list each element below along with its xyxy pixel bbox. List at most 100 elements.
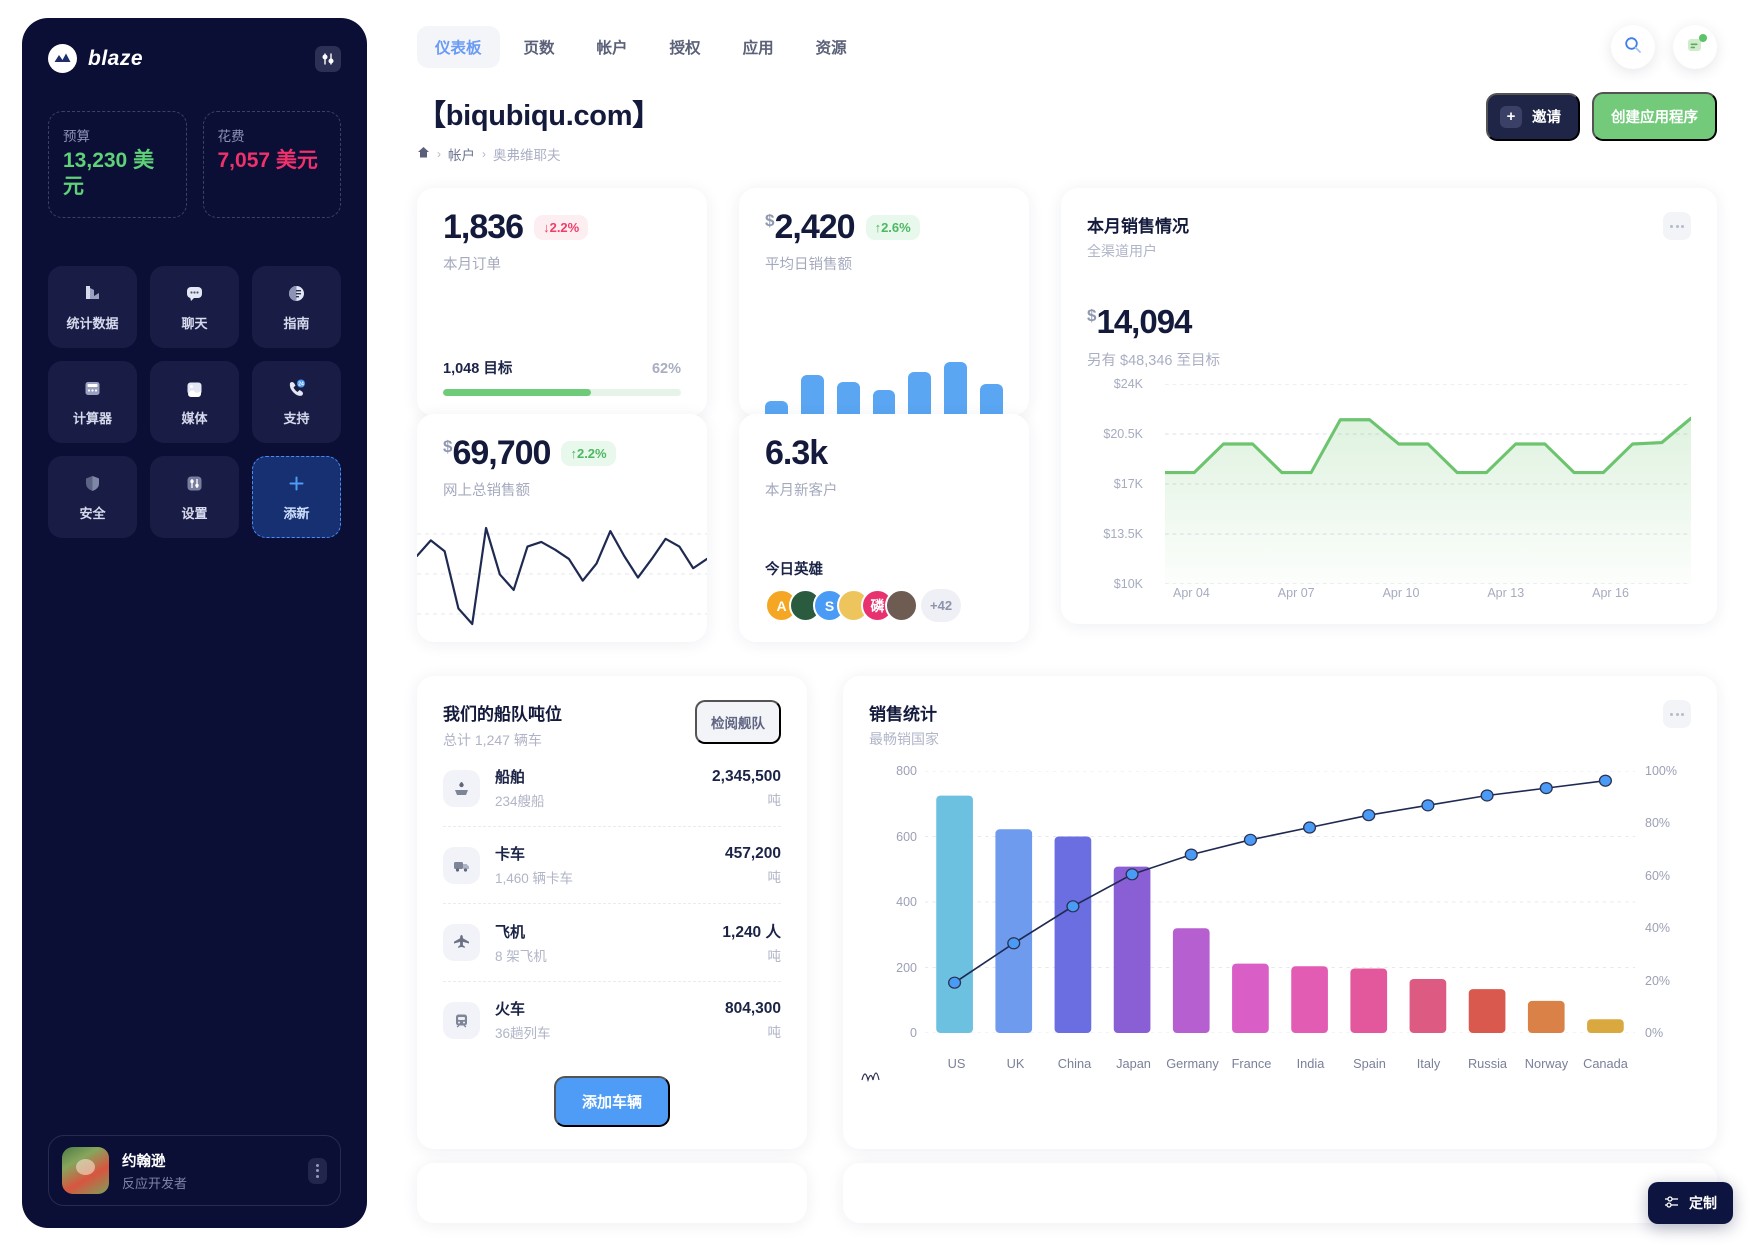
sidebar-tile-guide[interactable]: 指南 (252, 265, 341, 348)
review-fleet-button[interactable]: 检阅舰队 (695, 700, 781, 744)
hero-avatar[interactable] (885, 589, 918, 622)
brand[interactable]: blaze (48, 44, 143, 73)
kpi-budget-value: 13,230 美元 (63, 149, 155, 199)
avg-daily-value: $2,420 (765, 208, 856, 246)
fleet-list: 船舶 234艘船 2,345,500 吨 卡车 1,460 辆卡车 457,20… (443, 750, 781, 1058)
add-vehicle-button[interactable]: 添加车辆 (553, 1076, 670, 1127)
sidebar-profile[interactable]: 约翰逊 反应开发者 (48, 1135, 341, 1206)
plus-icon: + (1500, 105, 1522, 128)
x-tick-label: Apr 16 (1592, 586, 1629, 600)
avg-daily-minibars (765, 350, 1004, 416)
sidebar-tile-label: 计算器 (72, 410, 112, 426)
fleet-row[interactable]: 飞机 8 架飞机 1,240 人 吨 (443, 904, 781, 982)
sidebar-tile-label: 指南 (283, 315, 310, 331)
pareto-chart: 800 600 400 200 0 100% 80% 60% 40% 20% 0% US UK Chi… (861, 764, 1691, 1083)
blaze-logo-icon (48, 44, 77, 73)
search-button[interactable] (1611, 25, 1655, 69)
tab-pages[interactable]: 页数 (506, 26, 573, 68)
page-header: 【biqubiqu.com】 › 帐户 › 奥弗维耶夫 + 邀请 创建应用程序 (417, 92, 1717, 164)
minibar (944, 361, 968, 416)
monthly-sales-menu-icon[interactable] (1663, 212, 1691, 240)
invite-button[interactable]: + 邀请 (1486, 92, 1580, 141)
breadcrumb-accounts[interactable]: 帐户 (448, 144, 475, 164)
fleet-row-text: 船舶 234艘船 (495, 766, 697, 810)
fleet-row-name: 飞机 (495, 923, 526, 941)
main-content: 仪表板 页数 帐户 授权 应用 资源 【biqubiqu.com】 › 帐户 ›… (367, 0, 1753, 1246)
kpi-spent-value: 7,057 美元 (217, 149, 318, 172)
fleet-row-meta: 234艘船 (495, 794, 545, 809)
brand-name: blaze (88, 46, 144, 70)
fleet-card: 我们的船队吨位 总计 1,247 辆车 检阅舰队 船舶 234艘船 2,345,… (417, 676, 807, 1149)
kpi-budget-label: 预算 (63, 129, 90, 144)
fleet-row-meta: 8 架飞机 (495, 948, 547, 964)
sidebar-tile-media[interactable]: 媒体 (150, 360, 239, 443)
monthly-sales-y-axis: $24K $20.5K $17K $13.5K $10K (1087, 377, 1143, 591)
monthly-sales-value: $14,094 (1087, 303, 1192, 340)
customize-button[interactable]: 定制 (1648, 1182, 1733, 1224)
sidebar-tile-settings[interactable]: 设置 (150, 455, 239, 538)
chat-icon (183, 282, 207, 306)
hero-overflow-count[interactable]: +42 (921, 589, 962, 622)
fleet-header: 我们的船队吨位 总计 1,247 辆车 检阅舰队 (443, 700, 781, 750)
sidebar-tile-label: 媒体 (181, 410, 208, 426)
monthly-sales-chart: $24K $20.5K $17K $13.5K $10K Apr 04 Apr 07 Apr… (1087, 377, 1691, 610)
sidebar-tile-stats[interactable]: 统计数据 (48, 265, 137, 348)
tab-dashboard[interactable]: 仪表板 (417, 26, 500, 68)
fleet-row-name: 火车 (495, 1001, 526, 1018)
sidebar-tile-security[interactable]: 安全 (48, 455, 137, 538)
kpi-budget: 预算 13,230 美元 (48, 111, 187, 218)
fleet-subtitle: 总计 1,247 辆车 (443, 732, 542, 748)
fleet-row-value: 457,200 (724, 844, 781, 862)
pareto-x-tick: France (1231, 1056, 1272, 1071)
online-total-headline: $69,700 ↑2.2% (443, 436, 681, 470)
heroes-title: 今日英雄 (765, 562, 823, 578)
settings-icon (183, 472, 207, 496)
pareto-x-tick: China (1057, 1056, 1092, 1071)
fleet-row[interactable]: 船舶 234艘船 2,345,500 吨 (443, 750, 781, 827)
tab-apps[interactable]: 应用 (725, 26, 792, 68)
online-total-value: $69,700 (443, 434, 551, 472)
app-root: blaze 预算 13,230 美元 花费 7,057 美元 统计数据 聊天 指… (0, 0, 1753, 1246)
orders-value: 1,836 (443, 208, 524, 246)
pareto-y2-tick: 20% (1645, 973, 1671, 988)
pareto-y2-tick: 60% (1645, 868, 1671, 883)
new-customers-subtitle: 本月新客户 (765, 483, 838, 499)
pareto-left-axis: 800 600 400 200 0 (869, 764, 917, 1040)
pareto-y-tick: 200 (896, 960, 917, 975)
fleet-row[interactable]: 火车 36趟列车 804,300 吨 (443, 982, 781, 1058)
sidebar-tile-support[interactable]: 24 支持 (252, 360, 341, 443)
avg-daily-subtitle: 平均日销售额 (765, 257, 852, 273)
tab-authorization[interactable]: 授权 (652, 26, 719, 68)
train-icon (443, 1001, 480, 1039)
tab-accounts[interactable]: 帐户 (579, 26, 646, 68)
fleet-row-text: 飞机 8 架飞机 (495, 921, 707, 965)
orders-goal-percent: 62% (651, 361, 681, 377)
monthly-sales-card: 本月销售情况 全渠道用户 $14,094 另有 $48,346 至目标 $24K… (1061, 188, 1717, 624)
notes-button[interactable] (1673, 25, 1717, 69)
sliders-icon[interactable] (315, 45, 341, 72)
create-app-button[interactable]: 创建应用程序 (1592, 92, 1717, 141)
avg-daily-headline: $2,420 ↑2.6% (765, 210, 1003, 244)
fleet-header-text: 我们的船队吨位 总计 1,247 辆车 (443, 700, 562, 750)
fleet-row-unit: 吨 (767, 869, 782, 885)
profile-text: 约翰逊 反应开发者 (122, 1150, 295, 1192)
minibar (836, 381, 860, 416)
customize-label: 定制 (1689, 1195, 1717, 1211)
online-total-delta-badge: ↑2.2% (561, 440, 616, 466)
sidebar-tile-label: 添新 (283, 505, 310, 521)
sidebar-tile-calculator[interactable]: 计算器 (48, 360, 137, 443)
orders-goal-row: 1,048 目标 62% (443, 357, 681, 378)
sidebar-tile-add[interactable]: 添新 (252, 455, 341, 538)
pareto-x-tick: Japan (1116, 1056, 1151, 1071)
sales-stats-menu-icon[interactable] (1663, 700, 1691, 728)
fleet-row-value: 804,300 (724, 999, 781, 1017)
fleet-row[interactable]: 卡车 1,460 辆卡车 457,200 吨 (443, 827, 781, 904)
heroes-avatar-group[interactable]: A S 磷 +42 (765, 589, 1003, 622)
home-icon[interactable] (417, 146, 430, 162)
breadcrumb: › 帐户 › 奥弗维耶夫 (417, 144, 661, 164)
sidebar-kpis: 预算 13,230 美元 花费 7,057 美元 (48, 111, 341, 218)
tab-resources[interactable]: 资源 (798, 26, 865, 68)
profile-menu-icon[interactable] (308, 1157, 327, 1184)
monthly-sales-plot (1165, 384, 1691, 584)
sidebar-tile-chat[interactable]: 聊天 (150, 265, 239, 348)
